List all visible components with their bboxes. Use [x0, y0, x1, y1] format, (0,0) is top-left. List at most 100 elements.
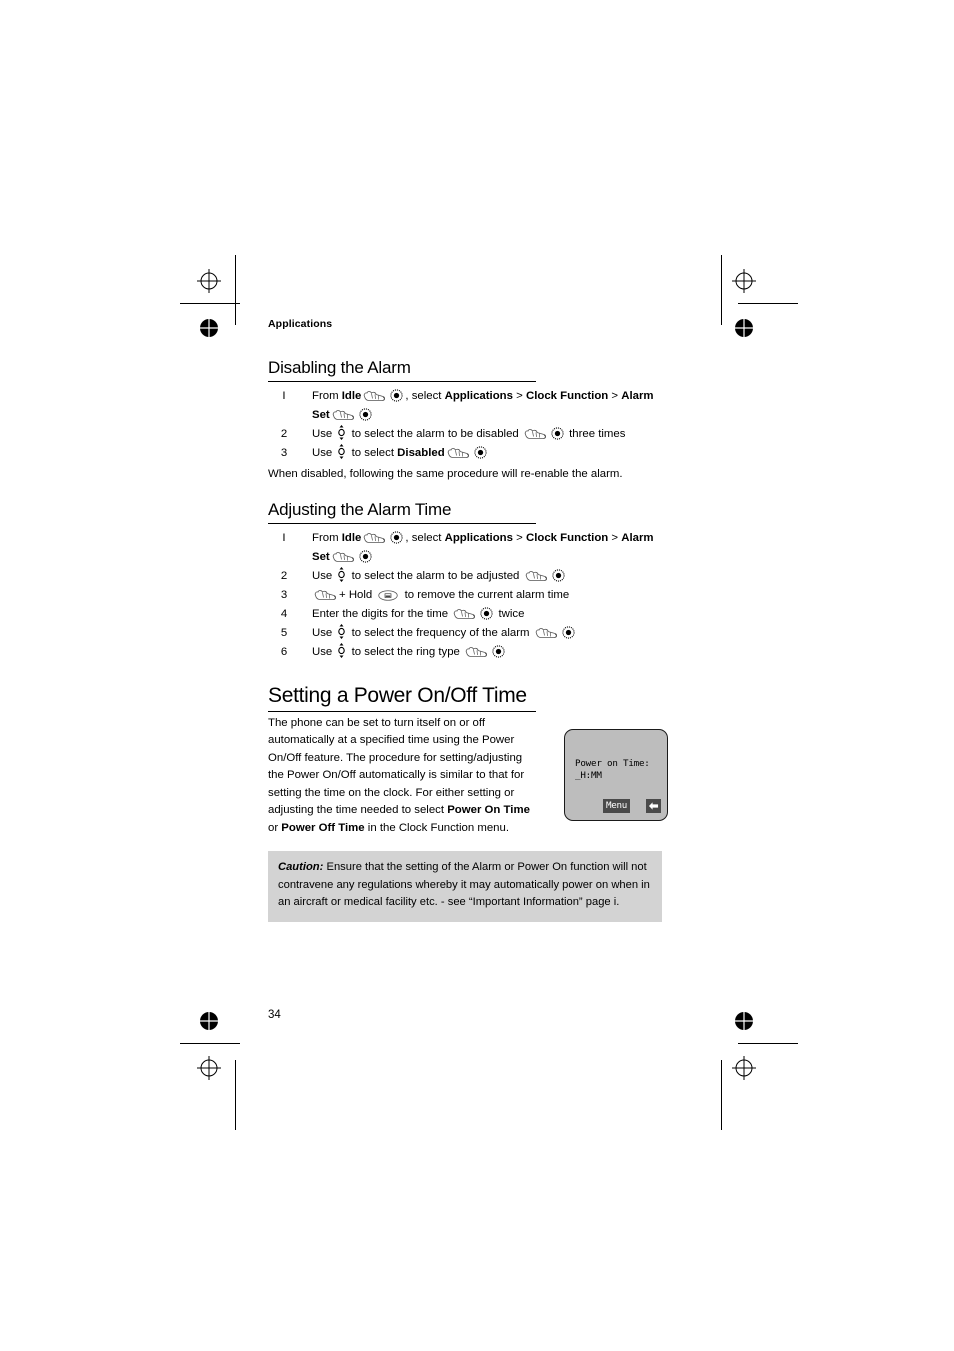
step-number: 6 — [280, 646, 288, 659]
trim-mark-top-right-horizontal — [738, 303, 798, 304]
hand-keypress-icon — [332, 551, 355, 563]
power-body-text: The phone can be set to turn itself on o… — [268, 715, 536, 838]
hand-keypress-icon — [332, 409, 355, 421]
select-button-icon — [492, 645, 505, 658]
emphasis-text: Idle — [341, 390, 362, 402]
emphasis-text: Disabled — [397, 446, 445, 459]
step-text: Use to select the alarm to be adjusted — [312, 566, 567, 582]
registration-dot-top-left — [199, 318, 219, 338]
step-text: + Hold to remove the current alarm time — [312, 589, 569, 601]
trim-mark-bottom-right-horizontal — [738, 1043, 798, 1044]
phone-screen-illustration: Power on Time: _H:MM Menu — [564, 728, 668, 821]
section-heading: Adjusting the Alarm Time — [268, 500, 536, 524]
up-down-navigation-key-icon — [337, 443, 346, 459]
select-button-icon — [359, 407, 372, 421]
hand-keypress-icon — [453, 608, 476, 620]
registration-dot-top-right — [734, 318, 754, 338]
select-button-icon — [390, 531, 403, 544]
emphasis-text: Power On Time — [447, 804, 530, 817]
step-number: 3 — [280, 446, 288, 459]
emphasis-text: Clock Function — [525, 390, 609, 402]
emphasis-text: Idle — [341, 531, 362, 544]
procedure-sections: Disabling the Alarm I From Idle, select Ap… — [268, 358, 668, 662]
power-body-paragraph: The phone can be set to turn itself on o… — [268, 716, 530, 834]
emphasis-text: Clock Function — [525, 531, 609, 544]
caution-box: Caution: Ensure that the setting of the … — [268, 851, 662, 922]
step-text: Enter the digits for the time twice — [312, 607, 525, 620]
page-content: Applications Disabling the Alarm I From Id… — [268, 318, 668, 922]
step-number: 3 — [280, 588, 288, 601]
step-item: 3 + Hold to remove the current alarm time — [268, 586, 668, 605]
emphasis-text: Applications — [444, 531, 513, 544]
hand-keypress-icon — [314, 589, 337, 601]
hand-keypress-icon — [465, 646, 488, 658]
phone-screen-line-1: Power on Time: — [575, 757, 650, 769]
up-down-navigation-key-icon — [337, 566, 346, 582]
page-number: 34 — [268, 1009, 281, 1021]
step-item: I From Idle, select Applications > Clock … — [268, 387, 668, 424]
emphasis-text: Applications — [444, 390, 513, 402]
step-text: From Idle, select Applications > Clock F… — [312, 531, 654, 563]
phone-screen-text: Power on Time: _H:MM — [575, 758, 650, 782]
hand-keypress-icon — [525, 570, 548, 582]
registration-target-bottom-right — [731, 1055, 757, 1081]
step-item: 5 Use to select the frequency of the alar… — [268, 623, 668, 643]
emphasis-text: Power Off Time — [281, 821, 365, 834]
section-note: When disabled, following the same proced… — [268, 468, 623, 481]
section-heading: Disabling the Alarm — [268, 358, 536, 382]
left-arrow-icon[interactable] — [646, 798, 661, 813]
power-section: The phone can be set to turn itself on o… — [268, 715, 668, 838]
select-button-icon — [359, 549, 372, 563]
step-text: From Idle, select Applications > Clock F… — [312, 389, 654, 421]
step-text: Use to select Disabled — [312, 443, 489, 459]
step-text: Use to select the ring type — [312, 643, 507, 659]
trim-mark-top-left-horizontal — [180, 303, 240, 304]
trim-mark-bottom-left-horizontal — [180, 1043, 240, 1044]
chapter-title: Setting a Power On/Off Time — [268, 684, 536, 712]
hand-keypress-icon — [535, 627, 558, 639]
hand-keypress-icon — [447, 447, 470, 459]
up-down-navigation-key-icon — [337, 623, 346, 639]
trim-mark-top-right-vertical — [721, 255, 722, 325]
step-item: 3 Use to select Disabled — [268, 443, 668, 463]
trim-mark-bottom-right-vertical — [721, 1060, 722, 1130]
select-button-icon — [551, 427, 564, 440]
trim-mark-bottom-left-vertical — [235, 1060, 236, 1130]
step-item: I From Idle, select Applications > Clock … — [268, 529, 668, 566]
step-number: I — [282, 531, 286, 544]
step-text: Use to select the frequency of the alarm — [312, 623, 577, 639]
registration-dot-bottom-left — [199, 1011, 219, 1031]
trim-mark-top-left-vertical — [235, 255, 236, 325]
caution-text: Ensure that the setting of the Alarm or … — [278, 861, 650, 909]
hand-keypress-icon — [363, 532, 386, 544]
step-item: 6 Use to select the ring type — [268, 643, 668, 662]
registration-target-top-left — [196, 268, 222, 294]
step-number: 5 — [280, 626, 288, 639]
select-button-icon — [390, 389, 403, 402]
step-list: I From Idle, select Applications > Clock … — [268, 387, 668, 462]
registration-target-top-right — [731, 268, 757, 294]
running-head: Applications — [268, 318, 333, 330]
hand-keypress-icon — [524, 428, 547, 440]
select-button-icon — [474, 446, 487, 459]
phone-softkey-menu[interactable]: Menu — [603, 798, 630, 813]
up-down-navigation-key-icon — [337, 643, 346, 659]
select-button-icon — [480, 607, 493, 620]
step-item: 4 Enter the digits for the time twice — [268, 605, 668, 624]
caution-label: Caution: — [278, 861, 324, 874]
hand-keypress-icon — [363, 390, 386, 402]
select-button-icon — [551, 569, 565, 582]
step-item: 2 Use to select the alarm to be adjusted — [268, 566, 668, 586]
registration-dot-bottom-right — [734, 1011, 754, 1031]
step-text: Use to select the alarm to be disabled t… — [312, 424, 625, 440]
up-down-navigation-key-icon — [337, 424, 346, 440]
step-list: I From Idle, select Applications > Clock … — [268, 529, 668, 662]
clear-key-icon — [378, 590, 399, 601]
phone-screen-line-2: _H:MM — [575, 769, 602, 781]
step-number: 2 — [280, 569, 288, 582]
step-number: 4 — [280, 607, 288, 620]
step-item: 2 Use to select the alarm to be disabled … — [268, 424, 668, 444]
select-button-icon — [562, 626, 575, 639]
step-number: 2 — [280, 427, 288, 440]
step-number: I — [282, 390, 286, 402]
